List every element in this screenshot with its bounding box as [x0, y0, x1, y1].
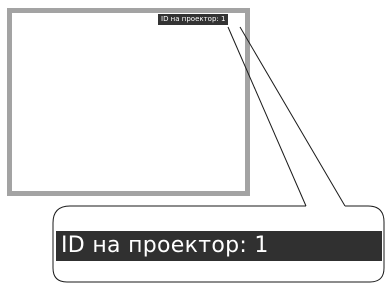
- callout-pointer-line-right: [239, 26, 346, 207]
- callout-pointer-line-left: [227, 26, 307, 207]
- projector-id-callout-label: ID на проектор: 1: [56, 231, 382, 261]
